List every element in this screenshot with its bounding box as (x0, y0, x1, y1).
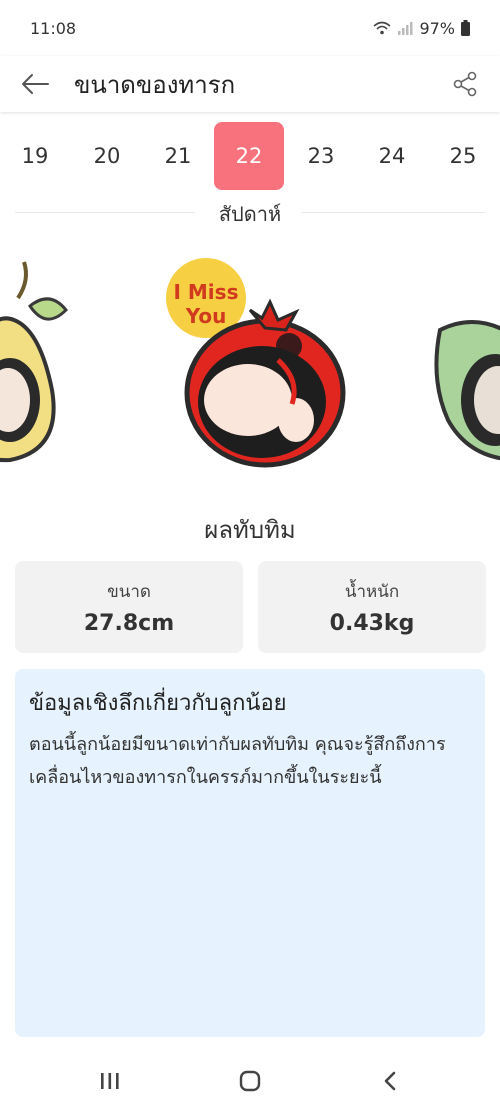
home-icon (239, 1070, 261, 1091)
system-nav-bar (0, 1050, 500, 1111)
page-title: ขนาดของทารก (74, 70, 236, 99)
weight-card: น้ำหนัก 0.43kg (258, 561, 486, 653)
status-time: 11:08 (30, 18, 77, 38)
bubble-line-1: I Miss (173, 280, 239, 304)
size-card: ขนาด 27.8cm (15, 561, 243, 653)
recents-button[interactable] (88, 1059, 132, 1103)
share-icon (453, 71, 477, 97)
weight-value: 0.43kg (329, 611, 415, 636)
status-bar: 11:08 97% (0, 0, 500, 56)
share-button[interactable] (448, 67, 482, 101)
battery-percent: 97% (419, 18, 455, 38)
fruit-carousel[interactable]: I Miss You (0, 250, 500, 480)
app-bar: ขนาดของทารก (0, 56, 500, 112)
week-selector: 19 20 21 22 23 24 25 (0, 120, 500, 192)
week-item-23[interactable]: 23 (286, 122, 356, 190)
bubble-line-2: You (185, 304, 227, 328)
size-label: ขนาด (107, 582, 151, 602)
home-button[interactable] (228, 1059, 272, 1103)
weight-label: น้ำหนัก (344, 582, 400, 602)
nav-back-button[interactable] (368, 1059, 412, 1103)
insight-card: ข้อมูลเชิงลึกเกี่ยวกับลูกน้อย ตอนนี้ลูกน… (15, 669, 485, 1037)
avocado-illustration (434, 320, 500, 461)
week-item-24[interactable]: 24 (357, 122, 427, 190)
size-value: 27.8cm (83, 611, 175, 636)
back-arrow-icon (22, 74, 49, 94)
carousel-illustrations (0, 258, 500, 468)
battery-icon (461, 20, 470, 36)
status-icons: 97% (373, 19, 470, 38)
fruit-name: ผลทับทิม (204, 516, 296, 544)
recents-icon (101, 1072, 119, 1089)
week-item-25[interactable]: 25 (428, 122, 498, 190)
week-item-20[interactable]: 20 (72, 122, 142, 190)
week-label: สัปดาห์ (218, 202, 282, 226)
insight-body: ตอนนี้ลูกน้อยมีขนาดเท่ากับผลทับทิม คุณจะ… (29, 734, 446, 788)
speech-bubble: I Miss You (166, 280, 246, 328)
signal-icon (398, 22, 413, 35)
wifi-icon (373, 21, 391, 35)
back-button[interactable] (18, 67, 52, 101)
pear-illustration (0, 261, 69, 463)
week-item-19[interactable]: 19 (0, 122, 70, 190)
week-item-21[interactable]: 21 (143, 122, 213, 190)
insight-title: ข้อมูลเชิงลึกเกี่ยวกับลูกน้อย (29, 691, 287, 716)
week-item-22-selected[interactable]: 22 (214, 122, 284, 190)
nav-back-icon (384, 1071, 396, 1090)
